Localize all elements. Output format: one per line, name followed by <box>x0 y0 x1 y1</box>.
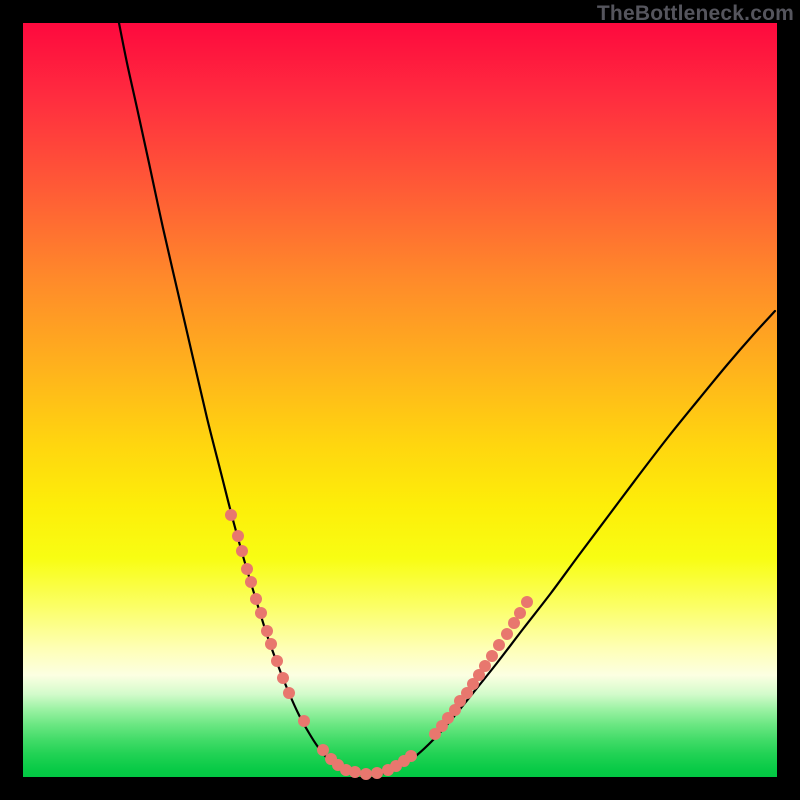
marker-dot <box>271 655 283 667</box>
marker-dot <box>405 750 417 762</box>
marker-dot <box>486 650 498 662</box>
marker-dot <box>255 607 267 619</box>
marker-dot <box>283 687 295 699</box>
marker-dot <box>493 639 505 651</box>
marker-dot <box>349 766 361 778</box>
marker-dot <box>261 625 273 637</box>
marker-dot <box>508 617 520 629</box>
marker-dot <box>521 596 533 608</box>
marker-dot <box>236 545 248 557</box>
marker-dot <box>317 744 329 756</box>
marker-dot <box>298 715 310 727</box>
marker-group <box>225 509 533 780</box>
marker-dot <box>514 607 526 619</box>
curve-left <box>119 23 366 775</box>
marker-dot <box>479 660 491 672</box>
marker-dot <box>241 563 253 575</box>
marker-dot <box>501 628 513 640</box>
marker-dot <box>265 638 277 650</box>
chart-overlay <box>23 23 777 777</box>
marker-dot <box>245 576 257 588</box>
marker-dot <box>277 672 289 684</box>
marker-dot <box>360 768 372 780</box>
marker-dot <box>250 593 262 605</box>
marker-dot <box>225 509 237 521</box>
marker-dot <box>371 767 383 779</box>
marker-dot <box>232 530 244 542</box>
curve-right <box>366 311 775 775</box>
